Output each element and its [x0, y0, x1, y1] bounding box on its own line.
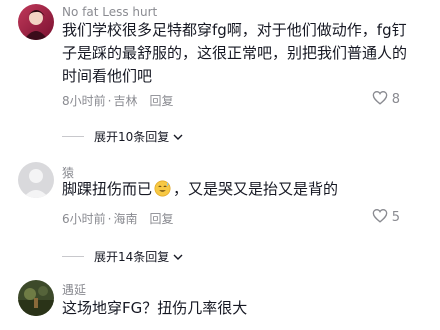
like-button[interactable]: 5	[372, 208, 400, 227]
reply-button[interactable]: 回复	[149, 92, 173, 109]
comment-text: 我们学校很多足特都穿fg啊，对于他们做动作，fg钉子是踩的最舒服的，这很正常吧，…	[62, 21, 408, 85]
avatar[interactable]	[18, 280, 54, 316]
comment-username[interactable]: No fat Less hurt	[62, 5, 157, 19]
comment-text-part: ，又是哭又是抬又是背的	[173, 180, 339, 198]
comment-text-part: 脚踝扭伤而已	[62, 180, 153, 198]
comment-meta: 8小时前 · 吉林 回复	[62, 92, 174, 109]
expand-replies-button[interactable]: 展开10条回复	[62, 128, 183, 145]
avatar[interactable]	[18, 4, 54, 40]
divider	[62, 256, 84, 257]
comment-time: 6小时前	[62, 212, 106, 226]
expand-replies-label: 展开14条回复	[94, 250, 170, 264]
comment-meta: 6小时前 · 海南 回复	[62, 210, 174, 227]
chevron-down-icon	[169, 250, 183, 264]
comment-text: 脚踝扭伤而已 ，又是哭又是抬又是背的	[62, 178, 420, 204]
comment-location: 吉林	[113, 94, 138, 108]
comment-text: 这场地穿FG？扭伤几率很大	[62, 299, 248, 317]
comment-location: 海南	[113, 212, 138, 226]
like-count: 5	[391, 210, 400, 225]
comment-time: 8小时前	[62, 94, 106, 108]
comment-username[interactable]: 遇延	[62, 281, 86, 298]
heart-outline-icon	[372, 208, 392, 227]
like-button[interactable]: 8	[372, 90, 400, 109]
reply-button[interactable]: 回复	[149, 210, 173, 227]
chevron-down-icon	[169, 130, 183, 144]
separator: ·	[107, 211, 112, 226]
sweat-smile-emoji	[154, 180, 171, 204]
divider	[62, 136, 84, 137]
like-count: 8	[391, 92, 400, 107]
expand-replies-button[interactable]: 展开14条回复	[62, 248, 183, 265]
avatar[interactable]	[18, 162, 54, 198]
expand-replies-label: 展开10条回复	[94, 130, 170, 144]
heart-outline-icon	[372, 90, 392, 109]
separator: ·	[107, 93, 112, 108]
